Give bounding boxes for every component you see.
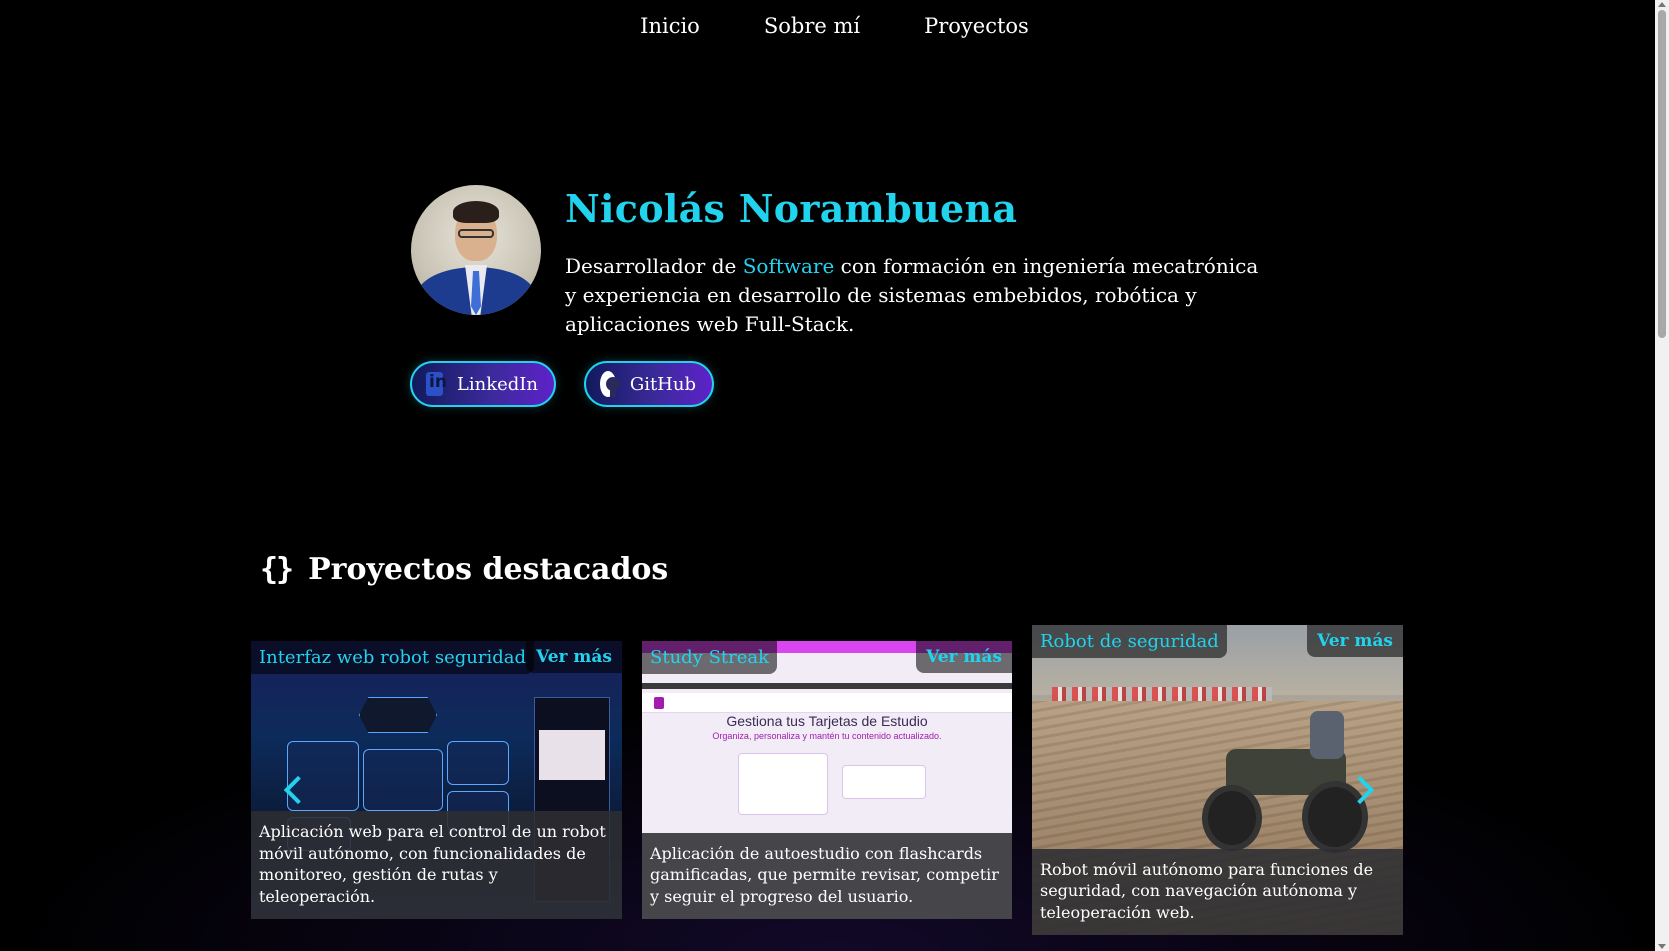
nav-inicio[interactable]: Inicio bbox=[640, 14, 700, 38]
scroll-up-icon[interactable] bbox=[1658, 2, 1666, 7]
github-label: GitHub bbox=[629, 373, 696, 395]
scrollbar-thumb[interactable] bbox=[1658, 10, 1666, 338]
top-nav: Inicio Sobre mí Proyectos bbox=[0, 14, 1669, 38]
card-description: Robot móvil autónomo para funciones de s… bbox=[1032, 848, 1403, 935]
linkedin-button[interactable]: LinkedIn bbox=[410, 361, 556, 407]
linkedin-label: LinkedIn bbox=[456, 373, 538, 395]
github-button[interactable]: GitHub bbox=[584, 361, 714, 407]
scrollbar[interactable] bbox=[1655, 0, 1669, 951]
project-card-robot-interface[interactable]: Interfaz web robot seguridad Ver más Apl… bbox=[251, 641, 622, 919]
github-icon bbox=[600, 371, 620, 397]
robot-photo bbox=[1202, 705, 1372, 855]
ver-mas-button[interactable]: Ver más bbox=[916, 641, 1012, 673]
mock-mode-badge bbox=[359, 697, 437, 733]
scroll-down-icon[interactable] bbox=[1658, 944, 1666, 949]
nav-proyectos[interactable]: Proyectos bbox=[924, 14, 1029, 38]
ver-mas-button[interactable]: Ver más bbox=[526, 641, 622, 673]
card-title: Interfaz web robot seguridad bbox=[251, 641, 534, 674]
chevron-left-icon[interactable] bbox=[282, 772, 306, 808]
project-card-study-streak[interactable]: Gestiona tus Tarjetas de Estudio Organiz… bbox=[642, 641, 1012, 919]
projects-section-header: {} Proyectos destacados bbox=[260, 552, 668, 587]
mock-heading: Gestiona tus Tarjetas de Estudio bbox=[726, 713, 928, 729]
chevron-right-icon[interactable] bbox=[1350, 772, 1374, 808]
profile-name: Nicolás Norambuena bbox=[565, 186, 1018, 231]
card-title: Study Streak bbox=[642, 641, 778, 674]
mock-subheading: Organiza, personaliza y mantén tu conten… bbox=[712, 731, 942, 741]
ver-mas-button[interactable]: Ver más bbox=[1307, 625, 1403, 657]
profile-bio: Desarrollador de Software con formación … bbox=[565, 252, 1265, 339]
nav-sobre-mi[interactable]: Sobre mí bbox=[764, 14, 860, 38]
card-title: Robot de seguridad bbox=[1032, 625, 1227, 658]
project-card-security-robot[interactable]: Robot de seguridad Ver más Robot móvil a… bbox=[1032, 625, 1403, 935]
braces-icon: {} bbox=[260, 552, 294, 587]
linkedin-icon bbox=[426, 372, 447, 396]
projects-section-title: Proyectos destacados bbox=[308, 552, 669, 587]
card-description: Aplicación de autoestudio con flashcards… bbox=[642, 832, 1012, 919]
avatar bbox=[411, 185, 541, 315]
bio-text-start: Desarrollador de bbox=[565, 254, 743, 278]
card-description: Aplicación web para el control de un rob… bbox=[251, 811, 622, 919]
bio-highlight: Software bbox=[742, 254, 835, 278]
